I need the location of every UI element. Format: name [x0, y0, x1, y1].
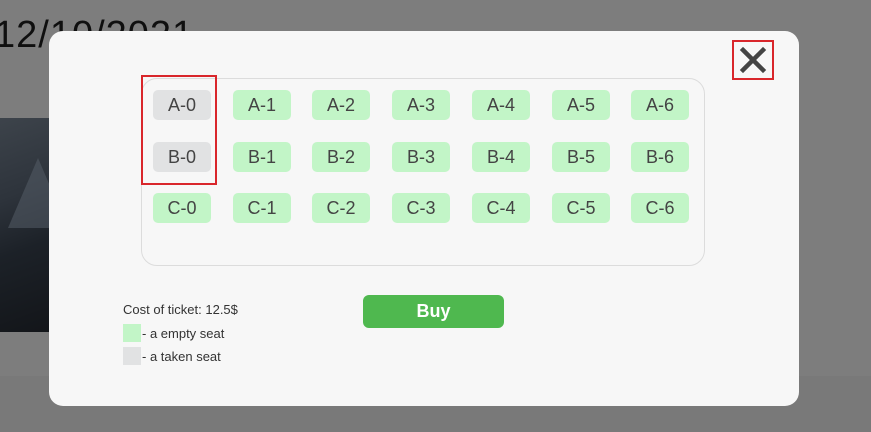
seat-b-2[interactable]: B-2 [312, 142, 370, 172]
buy-button[interactable]: Buy [363, 295, 504, 328]
seat-c-2[interactable]: C-2 [312, 193, 370, 223]
seat-a-4[interactable]: A-4 [472, 90, 530, 120]
seat-b-4[interactable]: B-4 [472, 142, 530, 172]
legend-taken: - a taken seat [123, 347, 221, 365]
seat-c-5[interactable]: C-5 [552, 193, 610, 223]
seat-a-3[interactable]: A-3 [392, 90, 450, 120]
close-button[interactable] [732, 40, 774, 80]
legend-empty-swatch [123, 324, 141, 342]
close-x-icon [739, 46, 767, 74]
legend-taken-swatch [123, 347, 141, 365]
legend-empty: - a empty seat [123, 324, 224, 342]
seat-c-1[interactable]: C-1 [233, 193, 291, 223]
seat-c-3[interactable]: C-3 [392, 193, 450, 223]
seat-a-6[interactable]: A-6 [631, 90, 689, 120]
seat-c-6[interactable]: C-6 [631, 193, 689, 223]
seat-a-5[interactable]: A-5 [552, 90, 610, 120]
ticket-cost: Cost of ticket: 12.5$ [123, 302, 238, 317]
seat-c-4[interactable]: C-4 [472, 193, 530, 223]
seat-b-5[interactable]: B-5 [552, 142, 610, 172]
legend-taken-label: - a taken seat [142, 348, 221, 364]
seat-selection-modal: A-0 A-1 A-2 A-3 A-4 A-5 A-6 B-0 B-1 B-2 B-3 B-4 B-5 B… [49, 31, 799, 406]
seat-b-3[interactable]: B-3 [392, 142, 450, 172]
seat-a-1[interactable]: A-1 [233, 90, 291, 120]
legend-empty-label: - a empty seat [142, 325, 225, 341]
seat-b-0[interactable]: B-0 [153, 142, 211, 172]
seat-c-0[interactable]: C-0 [153, 193, 211, 223]
seat-a-0[interactable]: A-0 [153, 90, 211, 120]
seat-a-2[interactable]: A-2 [312, 90, 370, 120]
seat-b-6[interactable]: B-6 [631, 142, 689, 172]
seat-b-1[interactable]: B-1 [233, 142, 291, 172]
